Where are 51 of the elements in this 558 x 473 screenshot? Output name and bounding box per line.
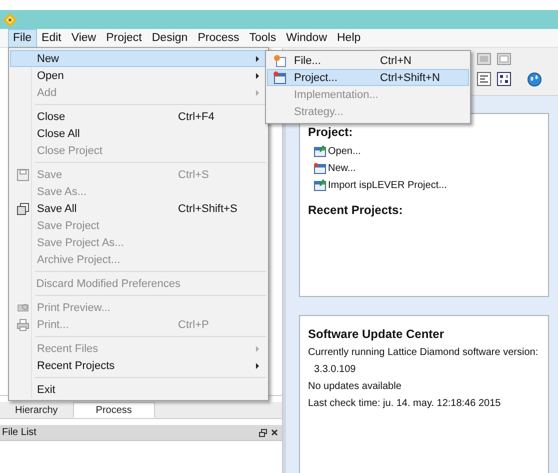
info-text: Last check time: ju. 14. may. 12:18:46 2015: [308, 398, 502, 409]
link[interactable]: New...: [328, 162, 356, 174]
app-logo-icon: [3, 12, 17, 26]
version-text: 3.3.0.109: [314, 364, 357, 375]
new-project-icon: [273, 70, 287, 84]
menu-item[interactable]: Edit: [36, 28, 66, 48]
close-icon[interactable]: [271, 429, 278, 436]
menu-item[interactable]: Tools: [244, 28, 282, 48]
section-heading: Recent Projects:: [308, 203, 404, 217]
menu-item[interactable]: Recent Projects: [10, 357, 267, 374]
submenu-arrow-icon: [256, 72, 258, 78]
open-project-icon: [314, 145, 326, 157]
submenu-arrow-icon: [256, 56, 258, 62]
menu-item[interactable]: Project: [101, 28, 147, 48]
status-text: No updates available: [308, 381, 402, 392]
float-icon[interactable]: [259, 428, 267, 436]
save-all-icon: [17, 202, 29, 214]
info-text: Currently running Lattice Diamond software version:: [308, 347, 540, 358]
toolbar-icon[interactable]: [477, 72, 491, 86]
link[interactable]: Import ispLEVER Project...: [328, 180, 447, 190]
menu-item[interactable]: Open: [10, 67, 267, 84]
link[interactable]: Open...: [328, 146, 361, 156]
new-file-icon: [273, 54, 287, 68]
menu-item[interactable]: New: [10, 50, 267, 67]
panel-title: File List: [2, 427, 36, 438]
tab[interactable]: Process: [72, 402, 155, 418]
submenu-arrow-icon: [256, 90, 258, 96]
menu-item[interactable]: File... Ctrl+N: [267, 52, 469, 69]
printer-icon: [17, 318, 29, 330]
submenu-arrow-icon: [256, 346, 258, 352]
menu-item[interactable]: Window: [281, 28, 332, 48]
menu-item[interactable]: File: [8, 28, 37, 48]
toolbar-icon[interactable]: [497, 72, 511, 86]
tab[interactable]: Hierarchy: [0, 402, 73, 418]
menu-item[interactable]: Design: [146, 28, 193, 48]
globe-icon[interactable]: [527, 72, 542, 86]
submenu-arrow-icon: [256, 362, 258, 368]
menu-item[interactable]: Exit: [10, 381, 267, 398]
import-project-icon: [314, 179, 326, 191]
section-heading: Software Update Center: [308, 327, 446, 341]
menu-item[interactable]: Project... Ctrl+Shift+N: [267, 69, 469, 86]
menu-item[interactable]: Save All Ctrl+Shift+S: [10, 200, 267, 217]
print-preview-icon: [17, 302, 29, 314]
save-icon: [17, 168, 29, 180]
new-project-icon: [314, 162, 326, 174]
section-heading: Project:: [308, 125, 354, 139]
menu-item[interactable]: Close Ctrl+F4: [10, 108, 267, 125]
menu-item[interactable]: Close All: [10, 125, 267, 142]
menu-item[interactable]: Help: [332, 28, 366, 48]
menu-item[interactable]: Process: [192, 28, 244, 48]
menu-item[interactable]: View: [66, 28, 102, 48]
